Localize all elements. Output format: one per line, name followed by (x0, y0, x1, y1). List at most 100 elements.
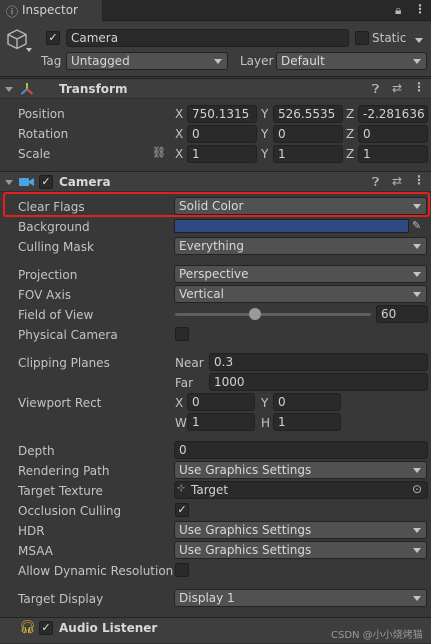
background-color-swatch[interactable] (174, 219, 409, 233)
viewport-y-field[interactable]: 0 (273, 393, 341, 411)
near-label[interactable]: Near (175, 356, 204, 370)
rotation-x-label[interactable]: X (175, 127, 183, 141)
projection-label: Projection (18, 268, 78, 282)
component-menu-icon[interactable]: ⋮ (413, 80, 425, 94)
hdr-label: HDR (18, 524, 45, 538)
target-display-dropdown[interactable]: Display 1 (174, 589, 427, 607)
rotation-label: Rotation (18, 127, 69, 141)
camera-enabled-checkbox[interactable]: ✓ (39, 175, 53, 189)
rotation-z-label[interactable]: Z (346, 127, 354, 141)
fold-arrow-icon[interactable] (5, 180, 13, 185)
viewport-x-field[interactable]: 0 (187, 393, 255, 411)
scale-x-label[interactable]: X (175, 147, 183, 161)
layer-dropdown[interactable]: Default (276, 52, 427, 70)
fov-slider-track[interactable] (175, 313, 371, 316)
fov-axis-dropdown[interactable]: Vertical (174, 285, 427, 303)
object-picker-icon[interactable]: ⊙ (412, 482, 422, 496)
more-menu-icon[interactable]: ⋮ (414, 2, 426, 16)
depth-field[interactable]: 0 (174, 441, 428, 459)
target-texture-field[interactable]: Target (174, 481, 428, 499)
allow-dynamic-resolution-checkbox[interactable] (175, 563, 189, 577)
rendering-path-dropdown[interactable]: Use Graphics Settings (174, 461, 427, 479)
rendering-path-label: Rendering Path (18, 464, 110, 478)
static-dropdown-icon[interactable] (415, 38, 423, 43)
fov-axis-label: FOV Axis (18, 288, 72, 302)
fold-arrow-icon[interactable] (5, 87, 13, 92)
position-y-field[interactable]: 526.5535 (273, 105, 343, 123)
scale-z-field[interactable]: 1 (358, 145, 428, 163)
tag-dropdown[interactable]: Untagged (66, 52, 228, 70)
scale-y-label[interactable]: Y (261, 147, 268, 161)
clear-flags-highlight (3, 192, 430, 217)
component-menu-icon[interactable]: ⋮ (413, 173, 425, 187)
camera-title: Camera (59, 175, 111, 189)
chevron-down-icon (413, 468, 421, 473)
camera-header[interactable]: ✓ Camera ❓︎ ⇄ ⋮ (0, 171, 431, 192)
transform-axes-icon (20, 83, 34, 95)
viewport-h-field[interactable]: 1 (273, 413, 341, 431)
rendering-path-value: Use Graphics Settings (179, 463, 312, 477)
physical-camera-label: Physical Camera (18, 328, 118, 342)
near-field[interactable]: 0.3 (209, 353, 428, 371)
audio-listener-header[interactable]: 🎧︎ ✓ Audio Listener CSDN @小小烧烤猫猫 (0, 617, 431, 644)
constrain-proportions-icon[interactable]: ⛓ (152, 146, 166, 159)
rotation-y-label[interactable]: Y (261, 127, 268, 141)
occlusion-culling-checkbox[interactable]: ✓ (175, 503, 189, 517)
render-texture-icon: ⊹ (177, 483, 186, 494)
fov-label: Field of View (18, 308, 94, 322)
fov-axis-value: Vertical (179, 287, 224, 301)
preset-sliders-icon[interactable]: ⇄ (392, 81, 402, 95)
eyedropper-icon[interactable]: ✎ (412, 219, 421, 232)
tag-value: Untagged (71, 54, 130, 68)
active-checkbox[interactable]: ✓ (46, 31, 60, 45)
chevron-down-icon (413, 548, 421, 553)
lock-icon[interactable]: 🔒︎ (395, 3, 401, 18)
far-field[interactable]: 1000 (209, 373, 428, 391)
physical-camera-checkbox[interactable] (175, 327, 189, 341)
camera-icon (19, 178, 34, 186)
culling-mask-label: Culling Mask (18, 240, 94, 254)
clipping-planes-label: Clipping Planes (18, 356, 110, 370)
allow-dynamic-resolution-label: Allow Dynamic Resolution (18, 564, 174, 578)
viewport-y-label[interactable]: Y (261, 396, 268, 410)
msaa-dropdown[interactable]: Use Graphics Settings (174, 541, 427, 559)
msaa-label: MSAA (18, 544, 53, 558)
viewport-w-label[interactable]: W (175, 416, 187, 430)
transform-header[interactable]: Transform ❓︎ ⇄ ⋮ (0, 78, 431, 99)
chevron-down-icon (413, 528, 421, 533)
static-checkbox[interactable] (355, 31, 369, 45)
hdr-dropdown[interactable]: Use Graphics Settings (174, 521, 427, 539)
rotation-z-field[interactable]: 0 (358, 125, 428, 143)
viewport-x-label[interactable]: X (175, 396, 183, 410)
position-y-label[interactable]: Y (261, 107, 268, 121)
gameobject-cube-icon[interactable] (6, 28, 28, 50)
projection-dropdown[interactable]: Perspective (174, 265, 427, 283)
viewport-h-label[interactable]: H (261, 416, 270, 430)
fov-value-field[interactable]: 60 (376, 305, 428, 323)
scale-y-field[interactable]: 1 (273, 145, 343, 163)
rotation-x-field[interactable]: 0 (187, 125, 257, 143)
help-icon[interactable]: ❓︎ (372, 82, 379, 97)
preset-sliders-icon[interactable]: ⇄ (392, 174, 402, 188)
audio-listener-enabled-checkbox[interactable]: ✓ (39, 621, 53, 635)
scale-x-field[interactable]: 1 (187, 145, 257, 163)
position-z-label[interactable]: Z (346, 107, 354, 121)
tab-inspector[interactable]: ⓘ Inspector (0, 0, 103, 21)
position-x-label[interactable]: X (175, 107, 183, 121)
chevron-down-icon (413, 244, 421, 249)
layer-label: Layer (240, 54, 274, 68)
help-icon[interactable]: ❓︎ (372, 175, 379, 190)
target-display-value: Display 1 (179, 591, 235, 605)
info-icon: ⓘ (6, 5, 19, 19)
msaa-value: Use Graphics Settings (179, 543, 312, 557)
position-x-field[interactable]: 750.1315 (187, 105, 257, 123)
tab-inspector-label: Inspector (22, 3, 78, 17)
far-label[interactable]: Far (175, 376, 193, 390)
icon-dropdown-icon[interactable] (26, 48, 32, 52)
scale-z-label[interactable]: Z (346, 147, 354, 161)
culling-mask-dropdown[interactable]: Everything (174, 237, 427, 255)
rotation-y-field[interactable]: 0 (273, 125, 343, 143)
position-z-field[interactable]: -2.281636 (358, 105, 428, 123)
viewport-w-field[interactable]: 1 (187, 413, 255, 431)
object-name-field[interactable]: Camera (66, 29, 349, 47)
